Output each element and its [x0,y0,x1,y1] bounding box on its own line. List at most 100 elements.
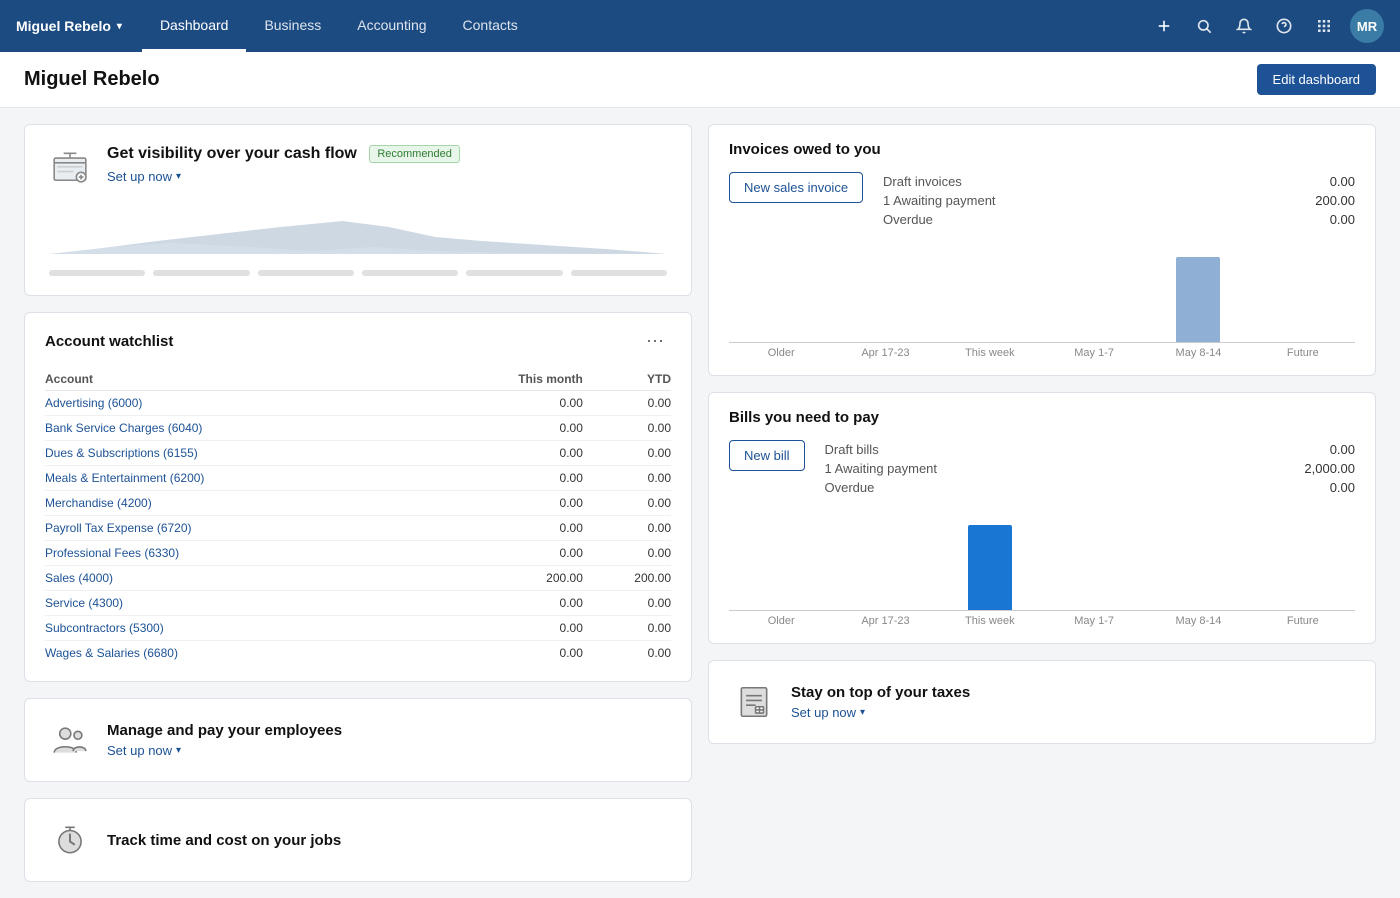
stat-row: 1 Awaiting payment200.00 [883,191,1355,210]
account-cell[interactable]: Meals & Entertainment (6200) [45,466,428,491]
apps-button[interactable] [1306,8,1342,44]
account-cell[interactable]: Payroll Tax Expense (6720) [45,516,428,541]
bar-label: May 1-7 [1042,615,1146,627]
main-content: Get visibility over your cash flow Recom… [0,108,1400,898]
track-text: Track time and cost on your jobs [107,832,341,849]
month-cell: 0.00 [428,641,583,666]
bills-title: Bills you need to pay [729,409,1355,426]
account-cell[interactable]: Dues & Subscriptions (6155) [45,441,428,466]
table-row: Payroll Tax Expense (6720) 0.00 0.00 [45,516,671,541]
stat-value: 0.00 [1330,212,1355,227]
cashflow-icon [49,145,91,187]
account-cell[interactable]: Wages & Salaries (6680) [45,641,428,666]
nav-accounting[interactable]: Accounting [339,0,444,52]
chart-lines [49,270,667,276]
user-avatar[interactable]: MR [1350,9,1384,43]
employees-icon [49,719,91,761]
month-cell: 0.00 [428,591,583,616]
bar [1176,257,1220,342]
col-ytd: YTD [583,368,671,391]
stat-row: Overdue0.00 [825,478,1355,497]
edit-dashboard-button[interactable]: Edit dashboard [1257,64,1376,95]
stat-row: 1 Awaiting payment2,000.00 [825,459,1355,478]
brand-menu[interactable]: Miguel Rebelo ▾ [16,18,134,34]
month-cell: 0.00 [428,441,583,466]
help-button[interactable] [1266,8,1302,44]
stat-row: Draft bills0.00 [825,440,1355,459]
search-button[interactable] [1186,8,1222,44]
nav-dashboard[interactable]: Dashboard [142,0,247,52]
month-cell: 0.00 [428,516,583,541]
bar-col [1146,521,1250,610]
ytd-cell: 0.00 [583,516,671,541]
invoice-stats: Draft invoices 0.00 1 Awaiting payment200.… [883,172,1355,229]
stat-row: Overdue0.00 [883,210,1355,229]
cashflow-card: Get visibility over your cash flow Recom… [24,124,692,296]
watchlist-table: Account This month YTD Advertising (6000… [45,368,671,665]
bar-col [938,253,1042,342]
brand-chevron: ▾ [117,21,122,32]
stat-label: Draft invoices [883,174,962,189]
month-cell: 0.00 [428,466,583,491]
ytd-cell: 0.00 [583,391,671,416]
cashflow-chevron-icon: ▾ [176,171,181,182]
new-invoice-button[interactable]: New sales invoice [729,172,863,203]
ytd-cell: 200.00 [583,566,671,591]
chart-line-3 [258,270,354,276]
chart-line-6 [571,270,667,276]
watchlist-title: Account watchlist [45,333,173,350]
invoices-card: Invoices owed to you New sales invoice D… [708,124,1376,376]
table-row: Dues & Subscriptions (6155) 0.00 0.00 [45,441,671,466]
page-title: Miguel Rebelo [24,68,160,91]
bar-col [1251,253,1355,342]
account-cell[interactable]: Advertising (6000) [45,391,428,416]
account-cell[interactable]: Bank Service Charges (6040) [45,416,428,441]
bar-col [729,253,833,342]
employees-card: Manage and pay your employees Set up now… [24,698,692,782]
bar [968,525,1012,610]
ytd-cell: 0.00 [583,416,671,441]
cashflow-chart [49,199,667,279]
bar-label: Future [1251,347,1355,359]
account-cell[interactable]: Merchandise (4200) [45,491,428,516]
cashflow-setup-link[interactable]: Set up now ▾ [107,169,460,184]
employees-title: Manage and pay your employees [107,722,342,739]
bar-label: May 1-7 [1042,347,1146,359]
bills-top: New bill Draft bills0.001 Awaiting payme… [729,440,1355,497]
stat-value: 200.00 [1315,193,1355,208]
employees-chevron-icon: ▾ [176,745,181,756]
invoices-top: New sales invoice Draft invoices 0.00 1 Aw… [729,172,1355,229]
nav-contacts[interactable]: Contacts [445,0,536,52]
employees-text: Manage and pay your employees Set up now… [107,722,342,758]
invoices-title: Invoices owed to you [729,141,1355,158]
account-cell[interactable]: Professional Fees (6330) [45,541,428,566]
employees-setup-link[interactable]: Set up now ▾ [107,743,342,758]
header-bar: Miguel Rebelo Edit dashboard [0,52,1400,108]
account-cell[interactable]: Subcontractors (5300) [45,616,428,641]
taxes-chevron-icon: ▾ [860,707,865,718]
table-row: Bank Service Charges (6040) 0.00 0.00 [45,416,671,441]
bar-label: Older [729,347,833,359]
col-account: Account [45,368,428,391]
stat-value: 2,000.00 [1304,461,1355,476]
ytd-cell: 0.00 [583,466,671,491]
taxes-setup-link[interactable]: Set up now ▾ [791,705,970,720]
notifications-button[interactable] [1226,8,1262,44]
account-cell[interactable]: Service (4300) [45,591,428,616]
nav-business[interactable]: Business [246,0,339,52]
bar-col [938,521,1042,610]
account-cell[interactable]: Sales (4000) [45,566,428,591]
new-bill-button[interactable]: New bill [729,440,805,471]
bar-labels: OlderApr 17-23This weekMay 1-7May 8-14Fu… [729,347,1355,359]
bar-chart-container [729,253,1355,343]
recommended-badge: Recommended [369,145,460,163]
bar-label: Apr 17-23 [833,347,937,359]
chart-line-5 [466,270,562,276]
watchlist-more-button[interactable]: ⋯ [640,329,671,354]
taxes-text: Stay on top of your taxes Set up now ▾ [791,684,970,720]
watchlist-card: Account watchlist ⋯ Account This month Y… [24,312,692,682]
stat-label: Overdue [825,480,875,495]
bar-col [1251,521,1355,610]
add-button[interactable] [1146,8,1182,44]
nav-actions: MR [1146,8,1384,44]
